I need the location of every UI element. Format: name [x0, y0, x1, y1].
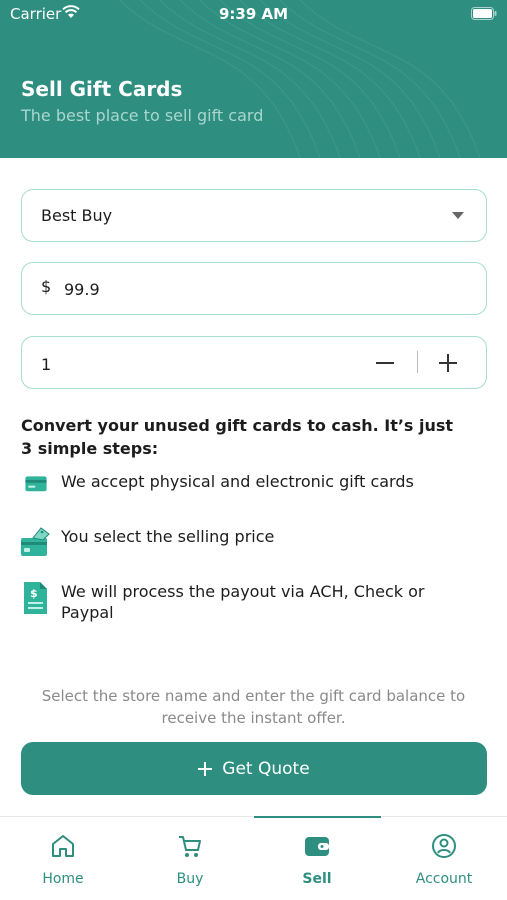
increment-button[interactable] [433, 347, 463, 377]
decrement-button[interactable] [370, 347, 400, 377]
tab-label: Account [415, 871, 473, 887]
svg-text:$: $ [30, 587, 38, 600]
page-title: Sell Gift Cards [21, 77, 183, 101]
tab-sell[interactable]: Sell [254, 817, 380, 900]
status-bar: Carrier 9:39 AM [0, 0, 507, 30]
quantity-value[interactable]: 1 [41, 355, 51, 374]
steps-intro: Convert your unused gift cards to cash. … [21, 416, 454, 458]
caret-down-icon [452, 212, 464, 219]
store-select-value: Best Buy [41, 206, 113, 225]
tab-bar: Home Buy Sell Account [0, 816, 507, 900]
offer-hint: Select the store name and enter the gift… [41, 687, 466, 727]
store-select[interactable]: Best Buy [21, 189, 487, 242]
user-circle-icon [432, 834, 456, 858]
step-text: You select the selling price [61, 527, 275, 546]
credit-card-icon [25, 476, 47, 492]
plus-icon [198, 761, 213, 776]
cart-icon [179, 836, 201, 857]
wallet-icon [305, 837, 329, 856]
tab-home[interactable]: Home [0, 817, 126, 900]
get-quote-button[interactable]: Get Quote [21, 742, 487, 795]
step-text: We accept physical and electronic gift c… [61, 472, 414, 491]
amount-field[interactable]: $ 99.9 [21, 262, 487, 315]
step-text: We will process the payout via ACH, Chec… [61, 582, 425, 622]
tab-label: Home [42, 871, 84, 887]
tab-account[interactable]: Account [381, 817, 507, 900]
page-subtitle: The best place to sell gift card [21, 106, 264, 125]
page-header: Carrier 9:39 AM Sell Gift Cards The best… [0, 0, 507, 158]
quantity-stepper: 1 [21, 336, 487, 389]
battery-icon [471, 7, 497, 20]
price-tag-card-icon [21, 527, 50, 556]
stepper-divider [417, 351, 418, 373]
status-time: 9:39 AM [218, 5, 289, 23]
tab-label: Sell [302, 871, 332, 887]
home-icon [52, 835, 74, 857]
currency-symbol: $ [41, 277, 52, 296]
dollar-document-icon: $ [24, 582, 47, 614]
tab-buy[interactable]: Buy [127, 817, 253, 900]
tab-label: Buy [176, 871, 204, 887]
get-quote-label: Get Quote [222, 758, 310, 779]
amount-value: 99.9 [64, 280, 100, 299]
